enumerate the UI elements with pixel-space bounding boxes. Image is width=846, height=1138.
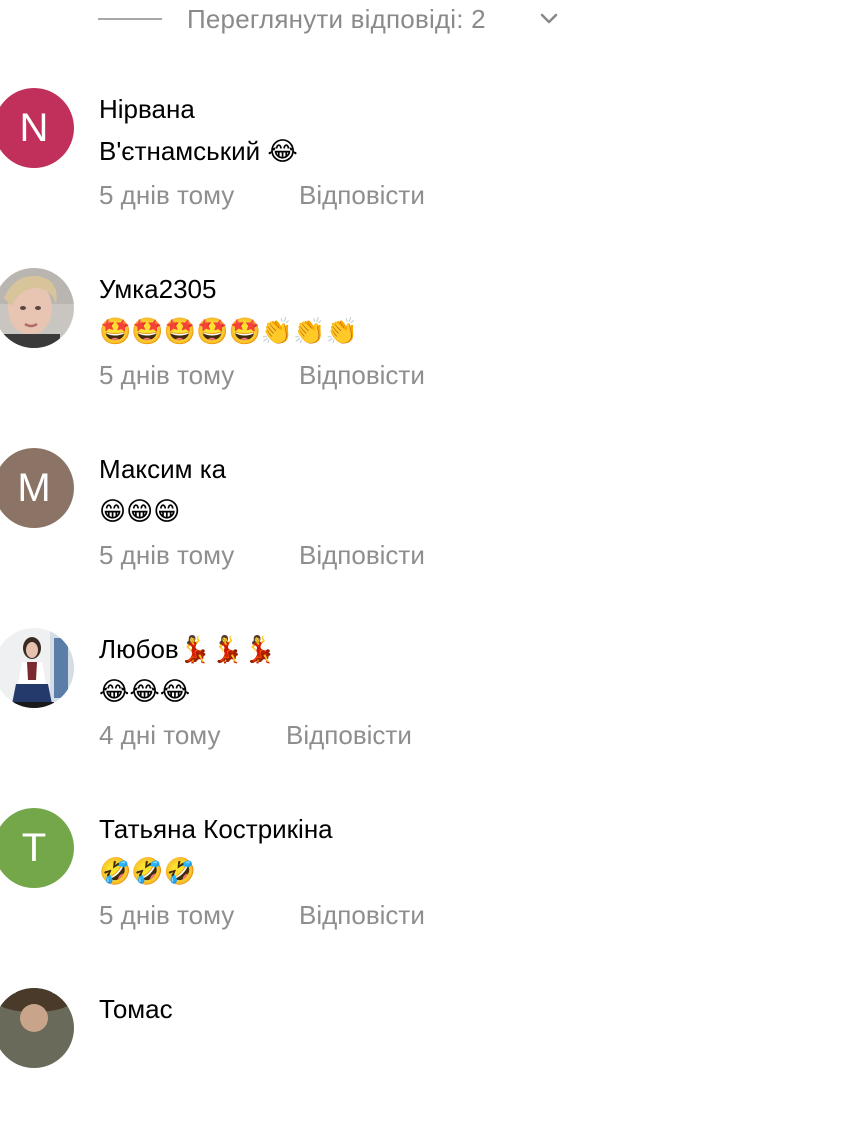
comment-item: Умка2305 🤩🤩🤩🤩🤩👏👏👏 5 днів тому Відповісти bbox=[0, 268, 846, 418]
comment-item: T Татьяна Кострикіна 🤣🤣🤣 5 днів тому Від… bbox=[0, 808, 846, 958]
comment-author[interactable]: Татьяна Кострикіна bbox=[99, 814, 333, 845]
avatar[interactable]: M bbox=[0, 448, 74, 528]
comment-text: В'єтнамський 😂 bbox=[99, 136, 298, 166]
divider-line bbox=[98, 18, 162, 20]
comment-author[interactable]: Максим ка bbox=[99, 454, 226, 485]
comment-time: 5 днів тому bbox=[99, 180, 235, 210]
reply-button[interactable]: Відповісти bbox=[299, 540, 425, 571]
avatar[interactable] bbox=[0, 268, 74, 348]
comment-author[interactable]: Умка2305 bbox=[99, 274, 216, 305]
avatar[interactable]: N bbox=[0, 88, 74, 168]
avatar-letter: M bbox=[17, 465, 51, 510]
comment-time: 5 днів тому bbox=[99, 540, 235, 570]
avatar[interactable]: T bbox=[0, 808, 74, 888]
comment-text: 😁😁😁 bbox=[99, 496, 181, 526]
comment-author[interactable]: Нірвана bbox=[99, 94, 195, 125]
comment-text: 🤣🤣🤣 bbox=[99, 856, 197, 886]
reply-button[interactable]: Відповісти bbox=[299, 900, 425, 931]
avatar-photo bbox=[0, 628, 74, 708]
view-replies-button[interactable]: Переглянути відповіді: 2 bbox=[187, 4, 486, 35]
avatar-photo bbox=[0, 988, 74, 1068]
comment-author[interactable]: Любов💃💃💃 bbox=[99, 634, 276, 665]
comment-time: 4 дні тому bbox=[99, 720, 221, 750]
view-replies-row[interactable]: Переглянути відповіді: 2 bbox=[0, 0, 846, 38]
comment-item: Любов💃💃💃 😂😂😂 4 дні тому Відповісти bbox=[0, 628, 846, 778]
avatar-letter: T bbox=[21, 825, 47, 870]
comment-text: 🤩🤩🤩🤩🤩👏👏👏 bbox=[99, 316, 358, 346]
comment-time: 5 днів тому bbox=[99, 900, 235, 930]
avatar-photo bbox=[0, 268, 74, 348]
comment-author[interactable]: Томас bbox=[99, 994, 173, 1025]
comment-item: Томас bbox=[0, 988, 846, 1138]
comment-item: N Нірвана В'єтнамський 😂 5 днів тому Від… bbox=[0, 88, 846, 238]
avatar[interactable] bbox=[0, 988, 74, 1068]
comment-text: 😂😂😂 bbox=[99, 676, 191, 706]
reply-button[interactable]: Відповісти bbox=[299, 180, 425, 211]
chevron-down-icon[interactable] bbox=[538, 8, 560, 30]
comment-time: 5 днів тому bbox=[99, 360, 235, 390]
avatar-letter: N bbox=[19, 105, 49, 150]
comment-item: M Максим ка 😁😁😁 5 днів тому Відповісти bbox=[0, 448, 846, 598]
avatar[interactable] bbox=[0, 628, 74, 708]
reply-button[interactable]: Відповісти bbox=[299, 360, 425, 391]
reply-button[interactable]: Відповісти bbox=[286, 720, 412, 751]
